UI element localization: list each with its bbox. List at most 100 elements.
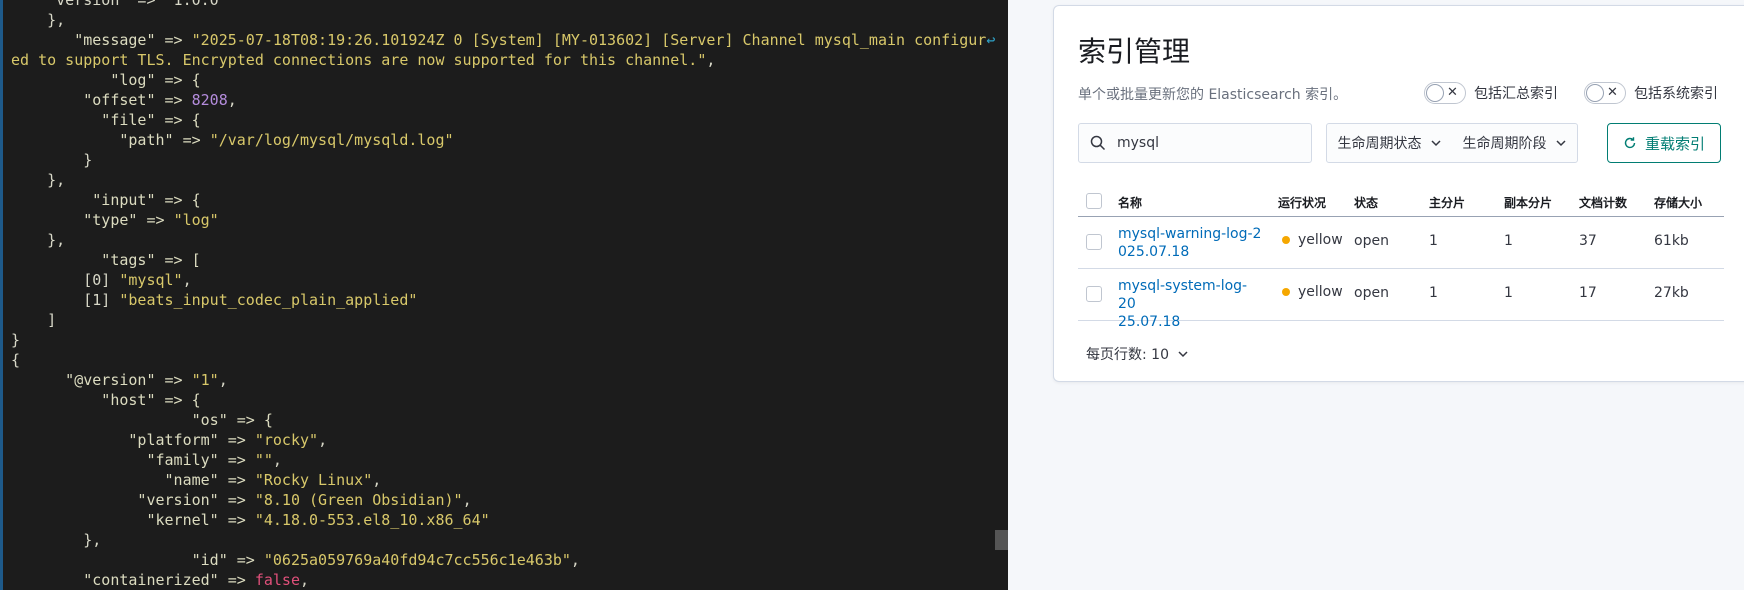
name-part: mysql-system-log-20 [1118, 278, 1248, 312]
terminal-token: , [272, 451, 282, 469]
toggle-label: 包括汇总索引 [1474, 86, 1558, 102]
terminal-scrollbar-thumb[interactable] [995, 530, 1008, 550]
column-name[interactable]: 名称 [1118, 194, 1142, 211]
filter-label: 生命周期阶段 [1462, 136, 1547, 152]
close-icon: ✕ [1447, 85, 1458, 100]
column-replicas[interactable]: 副本分片 [1504, 194, 1552, 211]
terminal-token: , [706, 51, 716, 69]
terminal-line: [0] "mysql", [11, 270, 192, 290]
health-dot-icon [1282, 288, 1290, 296]
terminal-token: , [182, 271, 192, 289]
terminal-token: "offset" => [11, 91, 192, 109]
toggle-switch[interactable]: ✕ [1584, 82, 1626, 104]
terminal-token: false [254, 571, 300, 589]
replicas-cell: 1 [1504, 233, 1513, 249]
terminal-token: , [300, 571, 310, 589]
terminal-token: , [227, 91, 237, 109]
terminal-line: { [11, 350, 20, 370]
index-name-link[interactable]: mysql-system-log-20 25.07.18 [1118, 277, 1263, 331]
toggle-switch[interactable]: ✕ [1424, 82, 1466, 104]
terminal-token: "host" => { [11, 391, 201, 409]
terminal-token: "/var/log/mysql/mysqld.log" [209, 131, 454, 149]
status-cell: open [1354, 233, 1389, 249]
terminal-token: , [372, 471, 382, 489]
terminal-token: [1] [11, 291, 120, 309]
terminal-token: "mysql" [119, 271, 183, 289]
column-docs-count[interactable]: 文档计数 [1579, 194, 1627, 211]
indices-table: 名称 运行状况 状态 主分片 副本分片 文档计数 存储大小 mysql-warn… [1078, 186, 1724, 330]
column-health[interactable]: 运行状况 [1278, 194, 1326, 211]
table-row: mysql-system-log-20 25.07.18 yellow open … [1078, 269, 1724, 330]
terminal-token: "kernel" => [11, 511, 255, 529]
toggle-include-system[interactable]: ✕ 包括系统索引 [1584, 82, 1718, 104]
terminal-token: "version" => [11, 491, 255, 509]
terminal-token: ] [11, 311, 57, 329]
column-primaries[interactable]: 主分片 [1429, 194, 1465, 211]
terminal-token: "" [254, 451, 273, 469]
terminal-token: [0] [11, 271, 120, 289]
terminal-line: "version" => "1.0.0" [11, 0, 228, 10]
terminal-token: "tags" => [ [11, 251, 201, 269]
row-checkbox[interactable] [1086, 234, 1102, 250]
terminal-token: "4.18.0-553.el8_10.x86_64" [254, 511, 490, 529]
chevron-down-icon [1178, 351, 1188, 358]
terminal-token: "file" => { [11, 111, 201, 129]
rows-per-page-button[interactable]: 每页行数: 10 [1086, 344, 1189, 364]
terminal-line: "type" => "log" [11, 210, 218, 230]
terminal-token: "message" => [11, 31, 192, 49]
terminal-line: } [11, 150, 92, 170]
terminal-token: ↩ [986, 31, 996, 49]
terminal-line: "path" => "/var/log/mysql/mysqld.log" [11, 130, 454, 150]
terminal-token: "0625a059769a40fd94c7cc556c1e463b" [263, 551, 571, 569]
toggle-include-rollup[interactable]: ✕ 包括汇总索引 [1424, 82, 1558, 104]
terminal-line: "message" => "2025-07-18T08:19:26.101924… [11, 30, 995, 50]
terminal-token: "@version" => [11, 371, 192, 389]
terminal-line: "family" => "", [11, 450, 282, 470]
terminal-token: } [11, 331, 21, 349]
page-title: 索引管理 [1078, 35, 1191, 68]
terminal-token: "input" => { [11, 191, 201, 209]
row-checkbox[interactable] [1086, 286, 1102, 302]
reload-indices-button[interactable]: 重载索引 [1607, 123, 1721, 163]
terminal-line: }, [11, 230, 65, 250]
filter-lifecycle-status[interactable]: 生命周期状态 [1327, 124, 1452, 162]
terminal-token: "containerized" => [11, 571, 255, 589]
table-header: 名称 运行状况 状态 主分片 副本分片 文档计数 存储大小 [1078, 186, 1724, 217]
terminal-window[interactable]: "version" => "1.0.0" }, "message" => "20… [0, 0, 1008, 590]
terminal-line: "log" => { [11, 70, 200, 90]
terminal-token: "name" => [11, 471, 255, 489]
rows-per-page-label: 每页行数: 10 [1086, 347, 1169, 363]
replicas-cell: 1 [1504, 285, 1513, 301]
search-field[interactable] [1078, 123, 1312, 163]
terminal-token: "beats_input_codec_plain_applied" [119, 291, 418, 309]
terminal-token: "id" => [11, 551, 264, 569]
terminal-line: "id" => "0625a059769a40fd94c7cc556c1e463… [11, 550, 580, 570]
column-status[interactable]: 状态 [1354, 194, 1378, 211]
terminal-token: "Rocky Linux" [254, 471, 373, 489]
terminal-line: ed to support TLS. Encrypted connections… [11, 50, 715, 70]
terminal-line: }, [11, 170, 65, 190]
terminal-token: "platform" => [11, 431, 255, 449]
terminal-line: "version" => "8.10 (Green Obsidian)", [11, 490, 471, 510]
docs-count-cell: 17 [1579, 285, 1597, 301]
terminal-token: "2025-07-18T08:19:26.101924Z 0 [System] … [191, 31, 987, 49]
terminal-token: "8.10 (Green Obsidian)" [254, 491, 463, 509]
terminal-token: }, [11, 531, 102, 549]
terminal-line: } [11, 330, 20, 350]
toggle-label: 包括系统索引 [1634, 86, 1718, 102]
column-storage-size[interactable]: 存储大小 [1654, 194, 1702, 211]
terminal-line: }, [11, 530, 101, 550]
terminal-token: }, [11, 231, 66, 249]
select-all-checkbox[interactable] [1086, 193, 1102, 209]
storage-size-cell: 27kb [1654, 285, 1689, 301]
index-name-link[interactable]: mysql-warning-log-2 025.07.18 [1118, 225, 1263, 261]
filter-lifecycle-phase[interactable]: 生命周期阶段 [1452, 124, 1577, 162]
table-row: mysql-warning-log-2 025.07.18 yellow open… [1078, 217, 1724, 269]
terminal-line: "host" => { [11, 390, 201, 410]
health-cell: yellow [1282, 232, 1343, 248]
terminal-token: }, [11, 11, 66, 29]
search-input[interactable] [1117, 133, 1297, 153]
health-dot-icon [1282, 236, 1290, 244]
terminal-line: "platform" => "rocky", [11, 430, 327, 450]
health-text: yellow [1298, 232, 1343, 248]
